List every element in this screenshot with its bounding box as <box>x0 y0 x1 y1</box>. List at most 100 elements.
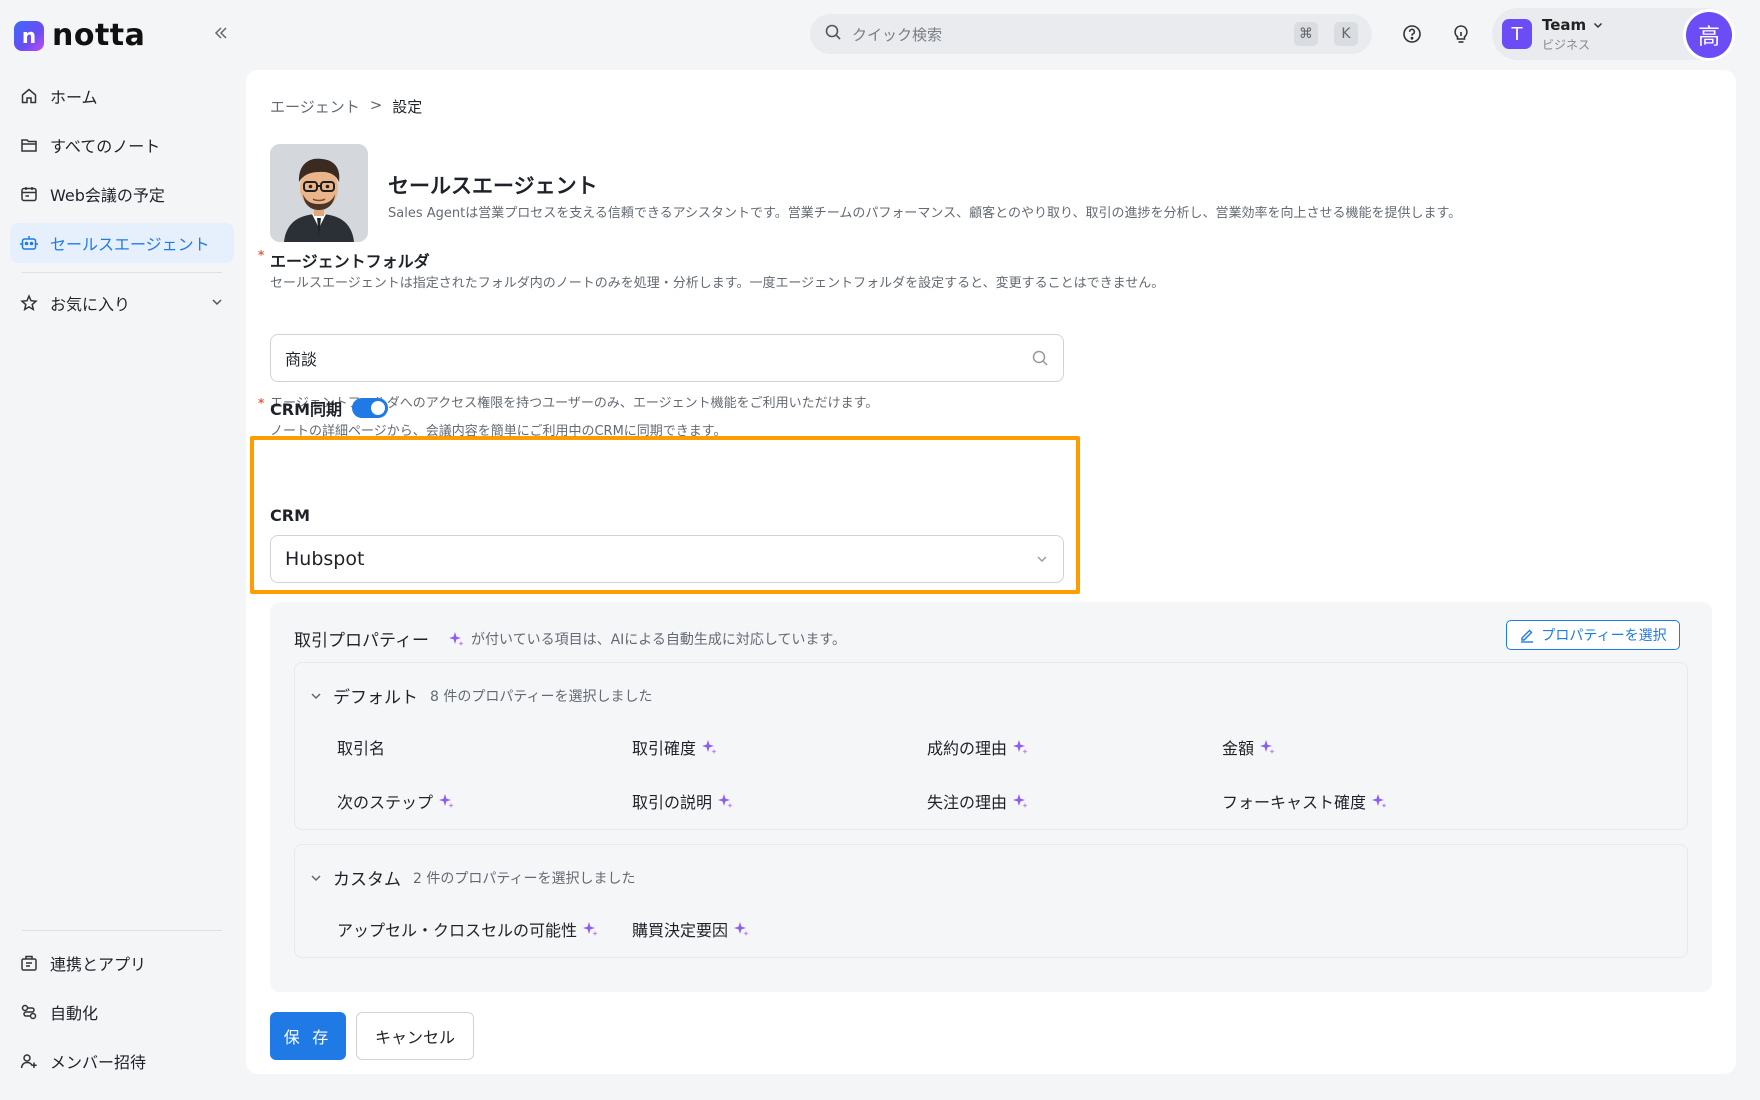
notta-logo[interactable]: n notta <box>14 18 145 53</box>
custom-group-count: 2 件のプロパティーを選択しました <box>413 870 636 887</box>
chevron-down-icon[interactable] <box>210 294 224 313</box>
sidebar-item-label: すべてのノート <box>50 137 161 156</box>
property-label: 次のステップ <box>337 793 434 812</box>
agent-folder-help: セールスエージェントは指定されたフォルダ内のノートのみを処理・分析します。一度エ… <box>270 276 1165 291</box>
default-properties-group: デフォルト 8 件のプロパティーを選択しました 取引名 取引確度 成約の理由 金… <box>294 662 1688 830</box>
agent-description: Sales Agentは営業プロセスを支える信頼できるアシスタントです。営業チー… <box>388 206 1462 221</box>
ai-sparkle-icon <box>702 740 717 754</box>
sidebar-item-integrations[interactable]: 連携とアプリ <box>10 943 234 983</box>
search-placeholder: クイック検索 <box>852 25 943 44</box>
property-label: 成約の理由 <box>927 739 1008 758</box>
crm-sync-help: ノートの詳細ページから、会議内容を簡単にご利用中のCRMに同期できます。 <box>270 424 727 439</box>
home-icon <box>20 87 38 105</box>
property-item: 取引の説明 <box>632 789 734 813</box>
sidebar-item-automation[interactable]: 自動化 <box>10 992 234 1032</box>
help-button[interactable] <box>1400 22 1424 46</box>
ai-sparkle-icon <box>1260 740 1275 754</box>
sidebar-item-home[interactable]: ホーム <box>10 76 234 116</box>
property-item: 取引名 <box>337 735 385 759</box>
agent-settings-panel: エージェント > 設定 セールスエージェント Sales Agentは営業プロセ… <box>246 70 1736 1074</box>
default-group-count: 8 件のプロパティーを選択しました <box>430 688 653 705</box>
star-icon <box>20 294 38 312</box>
chevron-down-icon <box>1594 22 1603 28</box>
nav-divider <box>22 272 222 273</box>
property-item: フォーキャスト確度 <box>1222 789 1388 813</box>
sidebar-item-label: セールスエージェント <box>50 235 210 254</box>
logo-text: notta <box>52 18 146 53</box>
ai-sparkle-icon <box>734 922 749 936</box>
bottom-nav: 連携とアプリ 自動化 メンバー招待 <box>10 930 234 1090</box>
property-label: フォーキャスト確度 <box>1222 793 1367 812</box>
user-avatar[interactable]: 高 <box>1686 12 1732 58</box>
default-group-header[interactable]: デフォルト 8 件のプロパティーを選択しました <box>309 683 653 708</box>
sidebar-item-label: ホーム <box>50 88 98 107</box>
deal-properties-section: 取引プロパティー が付いている項目は、AIによる自動生成に対応しています。 プロ… <box>270 602 1712 992</box>
cancel-button[interactable]: キャンセル <box>356 1012 474 1060</box>
main-nav: ホーム すべてのノート Web会議の予定 セールスエージェント お気に入り <box>10 76 234 332</box>
custom-properties-group: カスタム 2 件のプロパティーを選択しました アップセル・クロスセルの可能性 購… <box>294 844 1688 958</box>
breadcrumb-separator: > <box>369 96 383 114</box>
sidebar-item-label: Web会議の予定 <box>50 186 165 205</box>
deal-properties-header: 取引プロパティー が付いている項目は、AIによる自動生成に対応しています。 <box>294 626 846 651</box>
property-label: アップセル・クロスセルの可能性 <box>337 921 578 940</box>
sidebar-item-web-meetings[interactable]: Web会議の予定 <box>10 174 234 214</box>
property-item: 金額 <box>1222 735 1276 759</box>
sidebar-item-label: 自動化 <box>50 1004 99 1023</box>
crm-sync-toggle[interactable] <box>352 398 388 418</box>
agent-avatar <box>270 144 368 242</box>
required-mark: * <box>258 248 265 262</box>
deal-properties-note-text: が付いている項目は、AIによる自動生成に対応しています。 <box>470 631 847 648</box>
custom-group-header[interactable]: カスタム 2 件のプロパティーを選択しました <box>309 865 636 890</box>
shortcut-k-key: K <box>1334 22 1358 46</box>
agent-folder-input[interactable]: 商談 <box>270 334 1064 382</box>
agent-folder-label: * エージェントフォルダ <box>258 248 430 272</box>
save-button[interactable]: 保 存 <box>270 1012 346 1060</box>
invite-member-icon <box>20 1052 38 1070</box>
ai-sparkle-icon <box>448 631 464 646</box>
property-item: 取引確度 <box>632 735 718 759</box>
custom-group-title: カスタム <box>333 870 401 890</box>
team-name-text: Team <box>1542 15 1587 34</box>
folder-icon <box>20 136 38 154</box>
property-item: アップセル・クロスセルの可能性 <box>337 917 599 941</box>
property-item: 次のステップ <box>337 789 455 813</box>
sidebar-item-favorites[interactable]: お気に入り <box>10 283 234 323</box>
breadcrumb-current: 設定 <box>392 98 423 116</box>
robot-icon <box>20 234 38 252</box>
collapse-sidebar-button[interactable] <box>208 20 234 46</box>
sidebar-item-invite-members[interactable]: メンバー招待 <box>10 1041 234 1081</box>
breadcrumb: エージェント > 設定 <box>270 96 422 117</box>
crm-select-value: Hubspot <box>285 548 365 570</box>
property-label: 購買決定要因 <box>632 921 729 940</box>
property-label: 取引の説明 <box>632 793 713 812</box>
property-item: 失注の理由 <box>927 789 1029 813</box>
crm-label: CRM <box>270 506 310 525</box>
ai-sparkle-icon <box>1013 794 1028 808</box>
property-label: 金額 <box>1222 739 1255 758</box>
search-icon <box>1032 350 1048 366</box>
property-label: 取引確度 <box>632 739 697 758</box>
property-item: 購買決定要因 <box>632 917 750 941</box>
tips-button[interactable] <box>1449 22 1473 46</box>
logo-mark-icon: n <box>14 20 44 51</box>
crm-sync-label-text: CRM同期 <box>270 400 342 419</box>
ai-sparkle-icon <box>1013 740 1028 754</box>
lightbulb-icon <box>1454 25 1468 43</box>
sidebar-item-sales-agent[interactable]: セールスエージェント <box>10 223 234 263</box>
crm-select[interactable]: Hubspot <box>270 535 1064 583</box>
quick-search-bar[interactable]: クイック検索 ⌘ K <box>810 14 1372 54</box>
sidebar: n notta ホーム すべてのノート Web会議の予定 セールスエージェント … <box>0 0 244 1100</box>
chevron-down-icon <box>1037 556 1047 562</box>
automation-icon <box>20 1003 38 1021</box>
select-properties-button[interactable]: プロパティーを選択 <box>1506 620 1680 650</box>
breadcrumb-agent-link[interactable]: エージェント <box>270 96 360 117</box>
ai-sparkle-icon <box>583 922 598 936</box>
crm-sync-heading: * CRM同期 <box>258 396 388 420</box>
search-icon <box>824 23 842 45</box>
sidebar-item-label: メンバー招待 <box>50 1053 147 1072</box>
ai-sparkle-icon <box>1372 794 1387 808</box>
crm-label-text: CRM <box>270 506 310 525</box>
sidebar-item-all-notes[interactable]: すべてのノート <box>10 125 234 165</box>
chevron-down-icon <box>311 874 321 881</box>
agent-name: セールスエージェント <box>388 174 598 198</box>
